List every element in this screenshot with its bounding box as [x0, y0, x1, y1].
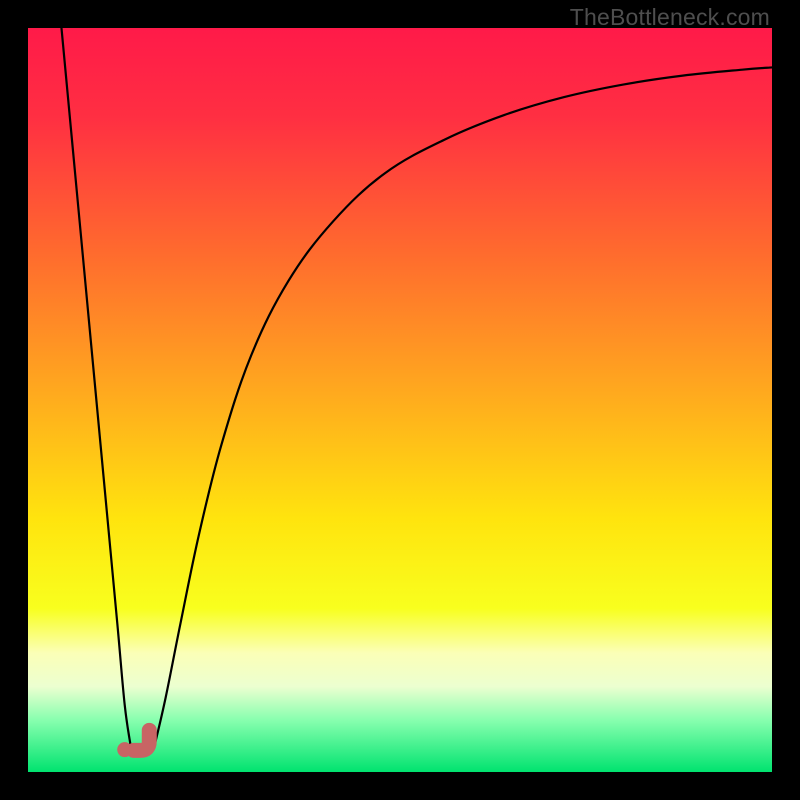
valley-marker-group: [117, 730, 149, 757]
watermark-text: TheBottleneck.com: [570, 4, 770, 31]
bottleneck-curve-left: [61, 28, 130, 746]
plot-area: [28, 28, 772, 772]
valley-marker-j: [134, 730, 150, 750]
bottleneck-curve-right: [154, 67, 772, 746]
curve-layer: [28, 28, 772, 772]
chart-frame: TheBottleneck.com: [0, 0, 800, 800]
